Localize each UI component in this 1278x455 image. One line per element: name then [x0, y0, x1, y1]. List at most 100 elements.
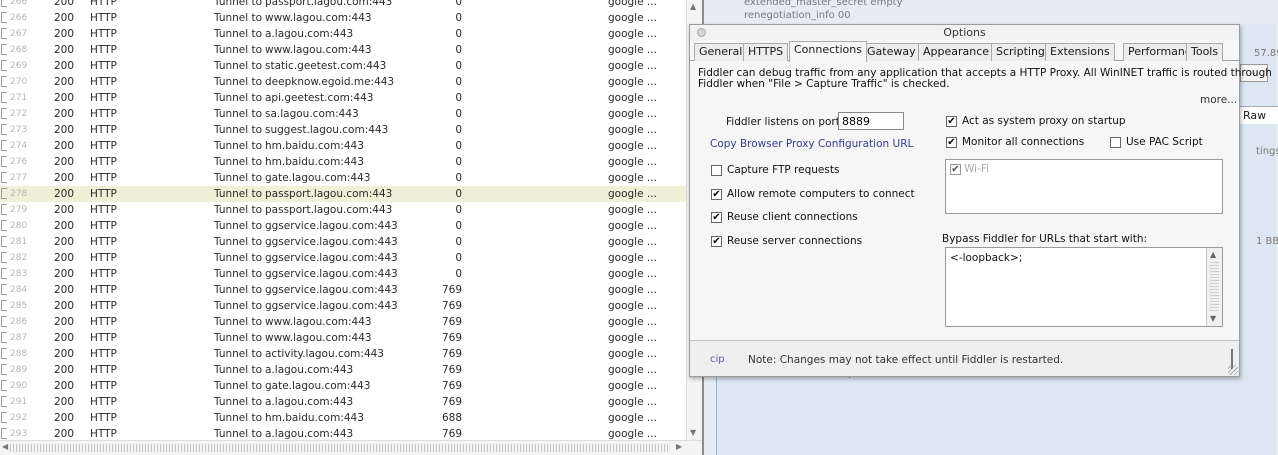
- session-process: google ...: [608, 412, 657, 424]
- copy-proxy-config-link[interactable]: Copy Browser Proxy Configuration URL: [710, 138, 913, 150]
- scroll-right-arrow-icon[interactable]: ▶: [676, 442, 682, 451]
- session-icon: [1, 12, 7, 23]
- restart-note: Note: Changes may not take effect until …: [748, 354, 1064, 366]
- tab-general[interactable]: General: [694, 43, 748, 61]
- session-row[interactable]: 281 200 HTTP Tunnel to ggservice.lagou.com:4…: [0, 234, 686, 250]
- session-protocol: HTTP: [90, 172, 117, 184]
- dialog-titlebar[interactable]: Options: [690, 25, 1239, 40]
- more-link[interactable]: more...: [1200, 94, 1237, 106]
- session-body-size: 0: [455, 108, 462, 120]
- tab-scripting[interactable]: Scripting: [991, 43, 1050, 61]
- session-number: 269: [10, 61, 28, 71]
- scroll-thumb[interactable]: [1210, 262, 1219, 312]
- session-row[interactable]: 283 200 HTTP Tunnel to ggservice.lagou.com:4…: [0, 266, 686, 282]
- session-row[interactable]: 276 200 HTTP Tunnel to hm.baidu.com:443 0 goog…: [0, 154, 686, 170]
- session-row[interactable]: 287 200 HTTP Tunnel to www.lagou.com:443 769 g…: [0, 330, 686, 346]
- wifi-checkbox[interactable]: ✔: [950, 164, 961, 175]
- session-url: ggservice.lagou.com:443: [265, 300, 398, 312]
- session-result: 200: [54, 124, 75, 136]
- session-row[interactable]: 274 200 HTTP Tunnel to hm.baidu.com:443 0 goog…: [0, 138, 686, 154]
- session-result: 200: [54, 140, 75, 152]
- session-icon: [1, 396, 7, 407]
- session-row[interactable]: 269 200 HTTP Tunnel to static.geetest.com:44…: [0, 58, 686, 74]
- session-host: Tunnel to: [214, 156, 263, 168]
- session-list[interactable]: 266 200 HTTP Tunnel to passport.lagou.com:44…: [0, 0, 686, 440]
- tab-extensions[interactable]: Extensions: [1045, 43, 1115, 61]
- session-protocol: HTTP: [90, 108, 117, 120]
- act-as-proxy-checkbox[interactable]: ✔: [946, 116, 957, 127]
- tab-gateway[interactable]: Gateway: [862, 43, 921, 61]
- scroll-down-arrow-icon[interactable]: ▼: [690, 428, 696, 437]
- resize-grip-icon[interactable]: [1228, 365, 1238, 375]
- scroll-up-arrow-icon[interactable]: ▲: [1210, 250, 1216, 259]
- allow-remote-checkbox[interactable]: ✔: [711, 189, 722, 200]
- session-process: google ...: [608, 364, 657, 376]
- session-row[interactable]: 286 200 HTTP Tunnel to www.lagou.com:443 769 g…: [0, 314, 686, 330]
- act-as-proxy-label: Act as system proxy on startup: [962, 115, 1126, 127]
- session-body-size: 0: [455, 236, 462, 248]
- session-row[interactable]: 267 200 HTTP Tunnel to a.lagou.com:443 0 googl…: [0, 26, 686, 42]
- use-pac-checkbox[interactable]: [1110, 137, 1121, 148]
- tab-appearance[interactable]: Appearance: [918, 43, 995, 61]
- session-icon: [1, 28, 7, 39]
- tab-raw[interactable]: Raw: [1238, 106, 1278, 124]
- monitor-all-checkbox[interactable]: ✔: [946, 137, 957, 148]
- session-list-horizontal-scrollbar[interactable]: ◀ ▶: [0, 440, 702, 455]
- session-host: Tunnel to: [214, 60, 263, 72]
- session-row[interactable]: 268 200 HTTP Tunnel to www.lagou.com:443 0 goo…: [0, 42, 686, 58]
- session-row[interactable]: 278 200 HTTP Tunnel to passport.lagou.com:44…: [0, 186, 686, 202]
- session-protocol: HTTP: [90, 204, 117, 216]
- inspector-line-2: renegotiation_info 00: [744, 10, 851, 21]
- capture-ftp-checkbox[interactable]: [711, 165, 722, 176]
- scroll-thumb[interactable]: [10, 444, 670, 452]
- session-row[interactable]: 277 200 HTTP Tunnel to gate.lagou.com:443 0 go…: [0, 170, 686, 186]
- session-row[interactable]: 293 200 HTTP Tunnel to a.lagou.com:443 769 goo…: [0, 426, 686, 440]
- session-result: 200: [54, 396, 75, 408]
- session-row[interactable]: 289 200 HTTP Tunnel to a.lagou.com:443 769 goo…: [0, 362, 686, 378]
- session-row[interactable]: 272 200 HTTP Tunnel to sa.lagou.com:443 0 goog…: [0, 106, 686, 122]
- session-row[interactable]: 285 200 HTTP Tunnel to ggservice.lagou.com:4…: [0, 298, 686, 314]
- session-host: Tunnel to: [214, 188, 263, 200]
- reuse-server-checkbox[interactable]: ✔: [711, 236, 722, 247]
- reuse-client-checkbox[interactable]: ✔: [711, 212, 722, 223]
- bypass-textarea[interactable]: <-loopback>; ▲ ▼: [945, 247, 1223, 327]
- connections-list[interactable]: ✔ Wi-Fi: [945, 159, 1223, 214]
- session-result: 200: [54, 364, 75, 376]
- bypass-scrollbar[interactable]: ▲ ▼: [1206, 248, 1222, 326]
- session-icon: [1, 348, 7, 359]
- session-row[interactable]: 266 200 HTTP Tunnel to passport.lagou.com:44…: [0, 0, 686, 10]
- session-row[interactable]: 290 200 HTTP Tunnel to gate.lagou.com:443 769…: [0, 378, 686, 394]
- session-row[interactable]: 291 200 HTTP Tunnel to a.lagou.com:443 769 goo…: [0, 394, 686, 410]
- tab-connections[interactable]: Connections: [789, 41, 867, 62]
- port-label: Fiddler listens on port:: [726, 116, 844, 128]
- tab-tools[interactable]: Tools: [1186, 43, 1224, 61]
- session-protocol: HTTP: [90, 60, 117, 72]
- session-row[interactable]: 292 200 HTTP Tunnel to hm.baidu.com:443 688 go…: [0, 410, 686, 426]
- port-input[interactable]: [838, 112, 904, 130]
- options-tabs: General HTTPS Connections Gateway Appear…: [690, 41, 1239, 62]
- tab-https[interactable]: HTTPS: [743, 43, 789, 61]
- session-row[interactable]: 279 200 HTTP Tunnel to passport.lagou.com:44…: [0, 202, 686, 218]
- scroll-left-arrow-icon[interactable]: ◀: [2, 442, 8, 451]
- session-host: Tunnel to: [214, 364, 263, 376]
- session-icon: [1, 316, 7, 327]
- session-result: 200: [54, 60, 75, 72]
- session-row[interactable]: 266 200 HTTP Tunnel to www.lagou.com:443 0 goo…: [0, 10, 686, 26]
- session-process: google ...: [608, 28, 657, 40]
- session-row[interactable]: 288 200 HTTP Tunnel to activity.lagou.com:44…: [0, 346, 686, 362]
- session-row[interactable]: 282 200 HTTP Tunnel to ggservice.lagou.com:4…: [0, 250, 686, 266]
- scroll-down-arrow-icon[interactable]: ▼: [1210, 314, 1216, 323]
- dialog-footer: cip Note: Changes may not take effect un…: [690, 340, 1239, 376]
- session-row[interactable]: 271 200 HTTP Tunnel to api.geetest.com:443 0 g…: [0, 90, 686, 106]
- session-protocol: HTTP: [90, 252, 117, 264]
- session-number: 278: [10, 189, 28, 199]
- session-host: Tunnel to: [214, 332, 263, 344]
- session-row[interactable]: 273 200 HTTP Tunnel to suggest.lagou.com:443…: [0, 122, 686, 138]
- session-row[interactable]: 280 200 HTTP Tunnel to ggservice.lagou.com:4…: [0, 218, 686, 234]
- scroll-up-arrow-icon[interactable]: ▲: [690, 2, 696, 11]
- session-url: hm.baidu.com:443: [265, 156, 364, 168]
- session-number: 293: [10, 429, 28, 439]
- session-row[interactable]: 284 200 HTTP Tunnel to ggservice.lagou.com:4…: [0, 282, 686, 298]
- session-row[interactable]: 270 200 HTTP Tunnel to deepknow.egoid.me:443…: [0, 74, 686, 90]
- close-icon[interactable]: [697, 28, 706, 37]
